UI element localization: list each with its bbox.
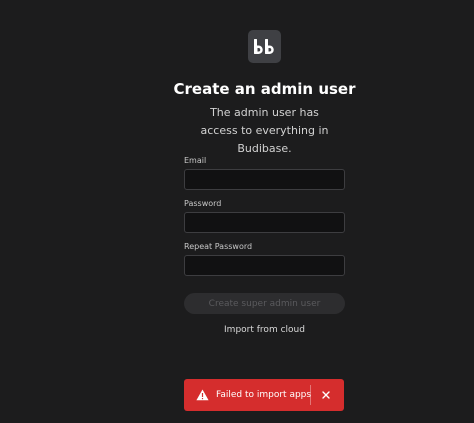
create-super-admin-button[interactable]: Create super admin user bbox=[184, 293, 345, 314]
email-field[interactable] bbox=[184, 169, 345, 190]
import-from-cloud-link[interactable]: Import from cloud bbox=[184, 323, 345, 337]
budibase-logo-icon bbox=[254, 38, 274, 54]
error-toast: Failed to import apps bbox=[184, 379, 344, 411]
password-field[interactable] bbox=[184, 212, 345, 233]
page-subtitle: The admin user has access to everything … bbox=[200, 106, 329, 155]
toast-divider bbox=[310, 385, 311, 405]
alert-icon bbox=[195, 388, 209, 402]
repeat-password-field[interactable] bbox=[184, 255, 345, 276]
close-icon[interactable] bbox=[319, 388, 333, 402]
repeat-password-label: Repeat Password bbox=[184, 242, 253, 251]
budibase-logo bbox=[248, 30, 281, 63]
toast-message: Failed to import apps bbox=[216, 390, 312, 400]
password-label: Password bbox=[184, 199, 222, 208]
page-title: Create an admin user bbox=[173, 80, 356, 98]
email-label: Email bbox=[184, 156, 207, 165]
